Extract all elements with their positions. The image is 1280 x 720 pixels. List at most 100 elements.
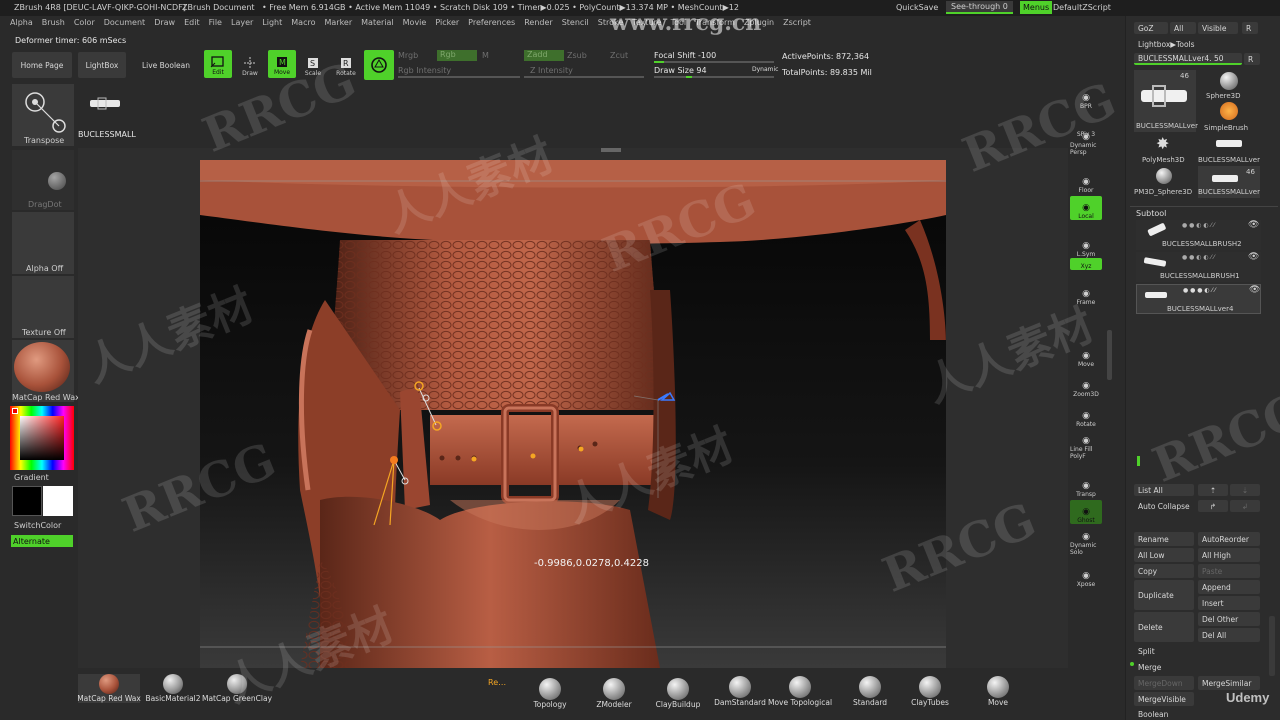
right-shelf-scroll[interactable] xyxy=(1107,330,1112,380)
brush-claybuildup[interactable]: ClayBuildup xyxy=(648,678,708,709)
merge-button[interactable]: Merge xyxy=(1134,660,1260,674)
shelf-frame[interactable]: ◉ Frame xyxy=(1070,282,1102,306)
menu-material[interactable]: Material xyxy=(361,18,394,30)
focal-shift-slider[interactable]: Focal Shift -100 xyxy=(654,51,716,60)
goz-button[interactable]: GoZ xyxy=(1134,22,1168,34)
rgb-button[interactable]: Rgb xyxy=(437,50,477,61)
move-button[interactable]: M Move xyxy=(268,50,296,78)
viewport-canvas[interactable] xyxy=(200,160,946,668)
transpose-button[interactable]: Transpose xyxy=(12,84,74,146)
brush-standard[interactable]: Standard xyxy=(840,676,900,707)
copy-button[interactable]: Copy xyxy=(1134,564,1194,578)
menu-stroke[interactable]: Stroke xyxy=(598,18,624,30)
subtool-scroll-indicator[interactable] xyxy=(1137,456,1140,466)
shelf-bpr[interactable]: ◉ BPR xyxy=(1070,86,1102,110)
shelf-xyz[interactable]: Xyz xyxy=(1070,258,1102,270)
brush-damstandard[interactable]: DamStandard xyxy=(710,676,770,707)
shelf-move[interactable]: ◉ Move xyxy=(1070,344,1102,368)
del-other-button[interactable]: Del Other xyxy=(1198,612,1260,626)
quicksave-button[interactable]: QuickSave xyxy=(896,3,938,12)
subtool-toggles[interactable]: ● ● ● ◐ ⁄ ⁄ xyxy=(1183,287,1215,294)
draw-button[interactable]: Draw xyxy=(236,50,264,78)
seethrough-slider[interactable]: See-through 0 xyxy=(946,1,1013,14)
menu-zplugin[interactable]: Zplugin xyxy=(744,18,774,30)
scale-button[interactable]: S Scale xyxy=(300,50,326,78)
material-item[interactable]: BasicMaterial2 xyxy=(142,674,204,703)
color-picker-handle[interactable] xyxy=(12,408,18,414)
material-item[interactable]: MatCap Red Wax xyxy=(77,674,141,703)
menu-alpha[interactable]: Alpha xyxy=(10,18,33,30)
paste-button[interactable]: Paste xyxy=(1198,564,1260,578)
goz-r-button[interactable]: R xyxy=(1242,22,1258,34)
menu-texture[interactable]: Texture xyxy=(632,18,661,30)
focal-shift-track[interactable] xyxy=(654,61,774,63)
move-down-arrow-icon[interactable]: ⇣ xyxy=(1230,484,1260,496)
live-boolean-button[interactable]: Live Boolean xyxy=(134,52,198,78)
rename-button[interactable]: Rename xyxy=(1134,532,1194,546)
shelf-local[interactable]: ◉ Local xyxy=(1070,196,1102,220)
split-button[interactable]: Split xyxy=(1134,644,1260,658)
all-high-button[interactable]: All High xyxy=(1198,548,1260,562)
tool-item-6[interactable]: 46 BUCLESSMALLver xyxy=(1198,166,1260,198)
lightbox-tools-link[interactable]: Lightbox▶Tools xyxy=(1134,38,1260,50)
draw-size-slider[interactable]: Draw Size 94 xyxy=(654,66,707,75)
append-button[interactable]: Append xyxy=(1198,580,1260,594)
auto-collapse-button[interactable]: Auto Collapse xyxy=(1134,500,1194,512)
palette-scrollbar[interactable] xyxy=(1269,616,1275,676)
current-tool-slider[interactable]: BUCLESSMALLver4. 50 xyxy=(1134,53,1242,65)
primary-color-swatch[interactable] xyxy=(12,486,42,516)
brush-move-topological[interactable]: Move Topological xyxy=(768,676,832,707)
rotate-button[interactable]: R Rotate xyxy=(333,50,359,78)
edit-button[interactable]: Edit xyxy=(204,50,232,78)
gradient-label[interactable]: Gradient xyxy=(14,473,49,482)
material-button[interactable]: MatCap Red Wax xyxy=(12,340,80,402)
menu-light[interactable]: Light xyxy=(262,18,282,30)
duplicate-button[interactable]: Duplicate xyxy=(1134,580,1194,610)
menu-marker[interactable]: Marker xyxy=(324,18,352,30)
list-all-button[interactable]: List All xyxy=(1134,484,1194,496)
menu-layer[interactable]: Layer xyxy=(231,18,253,30)
visibility-eye-icon[interactable]: 👁 xyxy=(1249,285,1260,295)
menu-document[interactable]: Document xyxy=(104,18,145,30)
menu-stencil[interactable]: Stencil xyxy=(562,18,589,30)
shelf-dynamic-solo[interactable]: ◉ Dynamic Solo xyxy=(1070,532,1102,556)
z-intensity-track[interactable] xyxy=(524,76,644,78)
subtool-row-1[interactable]: ● ● ◐ ◐ ⁄ ⁄ 👁 BUCLESSMALLBRUSH1 xyxy=(1136,252,1261,282)
current-tool-r-button[interactable]: R xyxy=(1244,53,1260,65)
menu-transform[interactable]: Transform xyxy=(695,18,735,30)
goz-visible-button[interactable]: Visible xyxy=(1198,22,1238,34)
menu-file[interactable]: File xyxy=(209,18,222,30)
shelf-xpose[interactable]: ◉ Xpose xyxy=(1070,564,1102,588)
canvas-scroll-handle[interactable] xyxy=(601,148,621,152)
tool-item-4[interactable]: BUCLESSMALLver xyxy=(1198,134,1260,166)
arrow-undo-icon[interactable]: ↲ xyxy=(1230,500,1260,512)
move-up-arrow-icon[interactable]: ⇡ xyxy=(1198,484,1228,496)
alpha-button[interactable]: Alpha Off xyxy=(12,212,74,274)
menu-preferences[interactable]: Preferences xyxy=(468,18,515,30)
brush-topology[interactable]: Topology xyxy=(520,678,580,709)
menu-macro[interactable]: Macro xyxy=(291,18,315,30)
menu-picker[interactable]: Picker xyxy=(435,18,459,30)
zsub-button[interactable]: Zsub xyxy=(567,51,587,60)
boolean-button[interactable]: Boolean xyxy=(1134,708,1260,720)
mergesimilar-button[interactable]: MergeSimilar xyxy=(1198,676,1260,690)
subtool-row-0[interactable]: ● ● ◐ ◐ ⁄ ⁄ 👁 BUCLESSMALLBRUSH2 xyxy=(1136,220,1261,250)
mrgb-button[interactable]: Mrgb xyxy=(398,51,418,60)
shelf-dynamic-persp[interactable]: ◉ Dynamic Persp xyxy=(1070,132,1102,156)
all-low-button[interactable]: All Low xyxy=(1134,548,1194,562)
tool-item-2[interactable]: SimpleBrush xyxy=(1198,102,1260,134)
switchcolor-button[interactable]: SwitchColor xyxy=(14,521,61,530)
brush-claytubes[interactable]: ClayTubes xyxy=(900,676,960,707)
menu-render[interactable]: Render xyxy=(524,18,552,30)
shelf-ghost[interactable]: ◉ Ghost xyxy=(1070,500,1102,524)
dynamic-button[interactable]: Dynamic xyxy=(752,66,778,73)
dragdot-button[interactable]: DragDot xyxy=(12,150,74,210)
menu-brush[interactable]: Brush xyxy=(42,18,65,30)
alternate-button[interactable]: Alternate xyxy=(11,535,73,547)
menu-edit[interactable]: Edit xyxy=(184,18,200,30)
shelf-l-sym[interactable]: ◉ L.Sym xyxy=(1070,234,1102,258)
menu-color[interactable]: Color xyxy=(74,18,95,30)
menu-tool[interactable]: Tool xyxy=(671,18,687,30)
color-picker[interactable] xyxy=(10,406,74,470)
material-item[interactable]: MatCap GreenClay xyxy=(202,674,272,703)
